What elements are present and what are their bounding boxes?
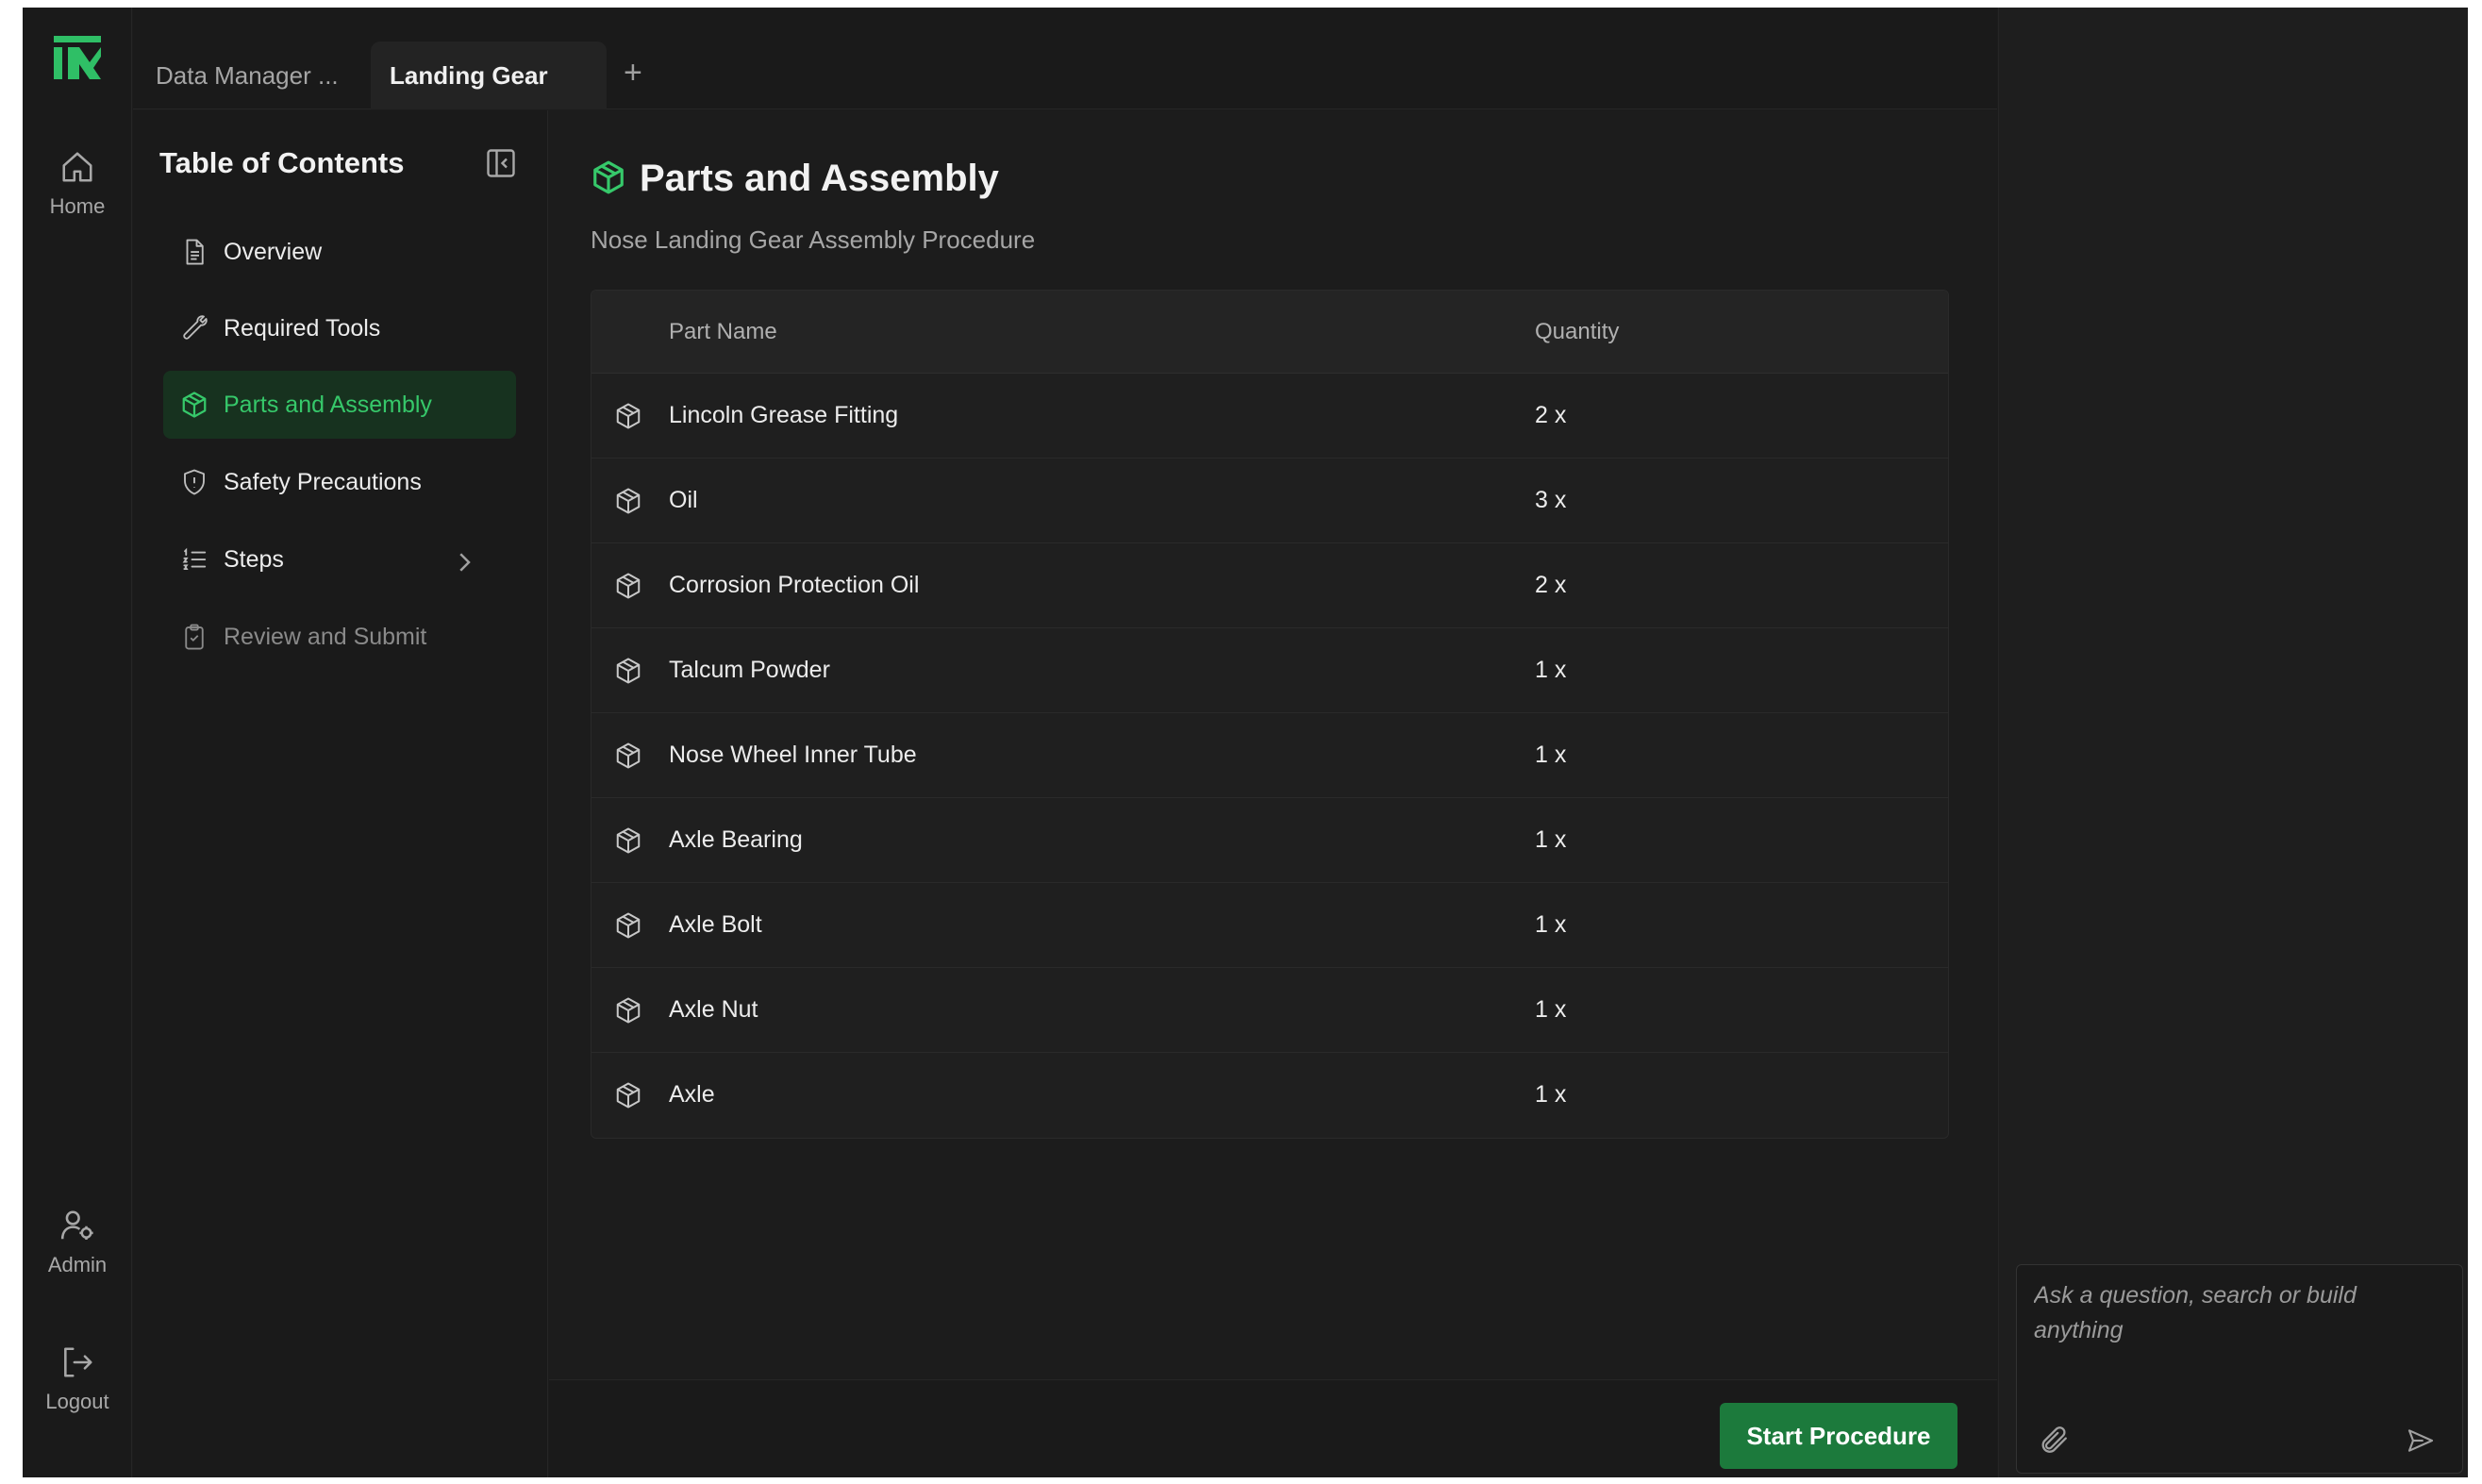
toc-item-required-tools[interactable]: Required Tools	[163, 294, 516, 362]
package-icon	[616, 573, 641, 599]
quantity-cell: 1 x	[1535, 911, 1567, 938]
part-name-cell: Talcum Powder	[669, 657, 830, 683]
quantity-cell: 1 x	[1535, 657, 1567, 683]
start-procedure-button[interactable]: Start Procedure	[1720, 1403, 1957, 1469]
part-name-cell: Corrosion Protection Oil	[669, 572, 920, 598]
add-tab-button[interactable]: +	[624, 55, 642, 92]
toc-title: Table of Contents	[159, 146, 405, 179]
quantity-cell: 3 x	[1535, 487, 1567, 513]
toc-item-review-and-submit[interactable]: Review and Submit	[163, 603, 516, 671]
part-name-cell: Axle Bolt	[669, 911, 762, 938]
admin-nav[interactable]: Admin	[23, 1208, 132, 1277]
main-content: Parts and Assembly Nose Landing Gear Ass…	[549, 110, 1997, 1379]
toc-item-label: Parts and Assembly	[224, 391, 432, 418]
table-row[interactable]: Corrosion Protection Oil 2 x	[591, 543, 1948, 628]
chevron-right-icon[interactable]	[450, 548, 478, 576]
collapse-sidebar-icon[interactable]	[484, 146, 518, 180]
left-rail: Home Admin Logout	[23, 8, 132, 1477]
list-icon	[182, 547, 207, 570]
table-row[interactable]: Axle Nut 1 x	[591, 968, 1948, 1053]
procedure-footer: Start Procedure	[549, 1379, 1997, 1477]
table-row[interactable]: Nose Wheel Inner Tube 1 x	[591, 713, 1948, 798]
toc-item-safety-precautions[interactable]: Safety Precautions	[163, 448, 516, 516]
assistant-panel	[1998, 8, 2468, 1477]
package-icon	[616, 827, 641, 854]
logout-nav[interactable]: Logout	[23, 1344, 132, 1414]
package-icon	[593, 160, 624, 194]
page-title: Parts and Assembly	[640, 158, 999, 199]
table-row[interactable]: Axle Bearing 1 x	[591, 798, 1948, 883]
package-icon	[616, 488, 641, 514]
package-icon	[616, 658, 641, 684]
admin-label: Admin	[47, 1253, 108, 1276]
package-icon	[616, 912, 641, 939]
wrench-icon	[183, 315, 208, 340]
admin-icon	[60, 1210, 93, 1241]
assistant-input[interactable]	[2034, 1278, 2449, 1382]
quantity-cell: 1 x	[1535, 1081, 1567, 1108]
toc-item-label: Safety Precautions	[224, 468, 422, 495]
quantity-cell: 1 x	[1535, 742, 1567, 768]
app-window: Home Admin Logout Data Manager ... Landi…	[23, 8, 2468, 1477]
tab-data-manager[interactable]: Data Manager ...	[156, 42, 339, 109]
tab-bar: Data Manager ... Landing Gear +	[133, 8, 1997, 109]
package-icon	[616, 403, 641, 429]
toc-item-label: Overview	[224, 238, 323, 265]
toc-item-overview[interactable]: Overview	[163, 218, 516, 286]
table-header: Part Name Quantity	[591, 291, 1948, 374]
column-header-part-name: Part Name	[669, 318, 777, 344]
home-label: Home	[49, 194, 106, 218]
table-row[interactable]: Oil 3 x	[591, 459, 1948, 543]
package-icon	[616, 997, 641, 1024]
package-icon	[616, 1082, 641, 1109]
table-of-contents: Table of Contents Overview Required Tool…	[133, 110, 548, 1477]
part-name-cell: Oil	[669, 487, 698, 513]
part-name-cell: Axle	[669, 1081, 715, 1108]
part-name-cell: Lincoln Grease Fitting	[669, 402, 899, 428]
part-name-cell: Axle Nut	[669, 996, 758, 1023]
shield-icon	[184, 469, 205, 495]
logout-icon	[64, 1347, 92, 1377]
package-icon	[182, 392, 207, 418]
toc-item-label: Review and Submit	[224, 623, 427, 650]
logout-label: Logout	[45, 1390, 109, 1413]
quantity-cell: 2 x	[1535, 572, 1567, 598]
page-subtitle: Nose Landing Gear Assembly Procedure	[591, 225, 1036, 254]
column-header-quantity: Quantity	[1535, 318, 1620, 344]
logo-icon[interactable]	[54, 36, 101, 79]
send-icon[interactable]	[2406, 1426, 2436, 1456]
quantity-cell: 1 x	[1535, 826, 1567, 853]
document-icon	[186, 239, 204, 265]
tab-landing-gear[interactable]: Landing Gear	[371, 42, 607, 109]
toc-item-label: Required Tools	[224, 314, 381, 342]
parts-table: Part Name Quantity Lincoln Grease Fittin…	[591, 290, 1949, 1139]
table-row[interactable]: Talcum Powder 1 x	[591, 628, 1948, 713]
home-nav[interactable]: Home	[23, 149, 132, 219]
table-row[interactable]: Axle Bolt 1 x	[591, 883, 1948, 968]
toc-item-steps[interactable]: Steps	[163, 525, 516, 593]
home-icon	[62, 152, 92, 182]
clipboard-icon	[185, 624, 204, 650]
toc-item-parts-and-assembly[interactable]: Parts and Assembly	[163, 371, 516, 439]
quantity-cell: 1 x	[1535, 996, 1567, 1023]
toc-item-label: Steps	[224, 545, 284, 573]
part-name-cell: Nose Wheel Inner Tube	[669, 742, 917, 768]
paperclip-icon[interactable]	[2038, 1424, 2070, 1456]
quantity-cell: 2 x	[1535, 402, 1567, 428]
table-row[interactable]: Axle 1 x	[591, 1053, 1948, 1138]
part-name-cell: Axle Bearing	[669, 826, 803, 853]
table-row[interactable]: Lincoln Grease Fitting 2 x	[591, 374, 1948, 459]
package-icon	[616, 742, 641, 769]
assistant-input-box	[2016, 1264, 2463, 1474]
